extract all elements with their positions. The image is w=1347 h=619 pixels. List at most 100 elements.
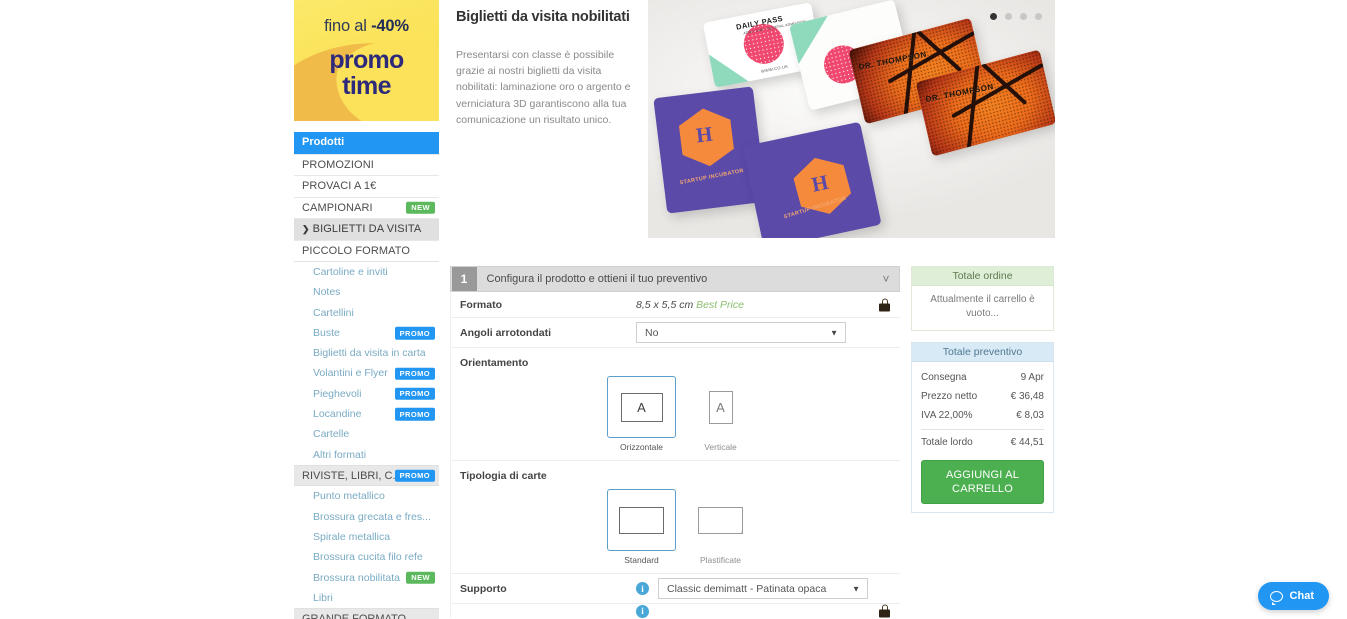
sidebar-books-list: Punto metallico Brossura grecata e fres.… [294,486,439,609]
choice-standard[interactable]: Standard [602,489,681,565]
badge-promo: PROMO [394,367,435,380]
hero-card-triangle-shape [708,48,749,88]
row-supporto: Supporto i Classic demimatt - Patinata o… [451,574,900,604]
lock-icon [879,298,890,311]
badge-promo: PROMO [394,407,435,421]
landscape-page-icon: A [620,392,663,422]
laminated-card-icon [698,506,743,534]
choice-verticale-tile: A [686,376,755,438]
chevron-down-icon: ▼ [852,584,860,593]
sidebar-subitem-brossura-nobilitata[interactable]: Brossura nobilitata NEW [294,567,439,588]
lock-body [879,303,890,311]
sidebar-item-prodotti-label: Prodotti [302,136,345,148]
sidebar-subitem-label: Cartoline e inviti [313,266,388,278]
select-angoli-arrotondati[interactable]: No ▼ [636,322,846,343]
sidebar-subitem-volantini-flyer[interactable]: Volantini e Flyer PROMO [294,363,439,384]
sidebar-item-biglietti-label: BIGLIETTI DA VISITA [312,223,422,235]
quote-row-consegna: Consegna 9 Apr [921,368,1044,387]
promo-banner-line1-prefix: fino al [324,17,372,35]
step-number-badge: 1 [451,267,477,291]
sidebar-item-promozioni[interactable]: PROMOZIONI [294,153,439,175]
quote-row-iva: IVA 22,00% € 8,03 [921,406,1044,425]
sidebar-item-campionari[interactable]: CAMPIONARI NEW [294,196,439,218]
sidebar-subitem-cartoline[interactable]: Cartoline e inviti [294,262,439,283]
sidebar-item-provaci-a-1-euro[interactable]: PROVACI A 1€ [294,175,439,197]
order-total-header: Totale ordine [912,267,1053,286]
promo-banner-discount: -40% [371,17,409,35]
portrait-page-icon: A [708,390,733,424]
configurator-header[interactable]: 1 Configura il prodotto e ottieni il tuo… [450,266,900,292]
add-to-cart-button[interactable]: AGGIUNGI AL CARRELLO [921,460,1044,504]
sidebar-subitem-buste[interactable]: Buste PROMO [294,322,439,344]
sidebar-subitem-cartelle[interactable]: Cartelle [294,424,439,445]
choice-verticale[interactable]: A Verticale [681,376,760,452]
info-icon[interactable]: i [636,604,649,618]
page-root: fino al -40% promo time Prodotti PROMOZI… [0,0,1347,619]
quote-row-value: 9 Apr [1020,372,1044,383]
sidebar-section-riviste-libri[interactable]: RIVISTE, LIBRI, C... PROMO [294,464,439,487]
sidebar-section-grande-formato-clipped[interactable]: GRANDE FORMATO [294,608,439,619]
sidebar-subitem-cartellini[interactable]: Cartellini [294,302,439,323]
sidebar-subitem-altri-formati[interactable]: Altri formati [294,444,439,465]
carousel-dot-3[interactable] [1020,13,1027,20]
summary-column: Totale ordine Attualmente il carrello è … [911,266,1054,513]
carousel-dots [990,13,1042,20]
sidebar-subitem-spirale-metallica[interactable]: Spirale metallica [294,527,439,548]
sidebar-top-nav: Prodotti PROMOZIONI PROVACI A 1€ CAMPION… [294,132,439,262]
quote-total-body: Consegna 9 Apr Prezzo netto € 36,48 IVA … [912,362,1053,512]
choice-verticale-label: Verticale [704,442,737,452]
sidebar-subitem-label: Punto metallico [313,490,385,503]
choice-orizzontale[interactable]: A Orizzontale [602,376,681,452]
sidebar-subitem-label: Libri [313,591,333,604]
carousel-dot-4[interactable] [1035,13,1042,20]
sidebar-subitem-locandine[interactable]: Locandine PROMO [294,404,439,425]
sidebar-subitem-punto-metallico[interactable]: Punto metallico [294,486,439,507]
choice-orizzontale-glyph: A [637,399,646,415]
block-tipologia-carte: Tipologia di carte Standard Plastificate [451,461,900,574]
quote-total-label: Totale lordo [921,437,973,448]
select-angoli-value: No [645,326,659,339]
quote-total-header: Totale preventivo [912,343,1053,362]
sidebar-subitem-label: Pieghevoli [313,387,362,400]
quote-row-label: Consegna [921,372,967,383]
sidebar-item-piccolo-formato-label: PICCOLO FORMATO [302,244,411,257]
label-angoli-arrotondati: Angoli arrotondati [460,326,551,339]
choice-orizzontale-label: Orizzontale [620,442,663,452]
info-icon[interactable]: i [636,582,649,595]
chevron-down-icon[interactable]: ˅ [873,272,899,286]
sidebar-subitem-brossura-grecata[interactable]: Brossura grecata e fres... [294,506,439,528]
select-supporto[interactable]: Classic demimatt - Patinata opaca ▼ [658,578,868,599]
block-orientamento: Orientamento A Orizzontale A Verticale [451,348,900,461]
sidebar-subitem-notes[interactable]: Notes [294,282,439,303]
sidebar-subitem-brossura-cucita[interactable]: Brossura cucita filo refe [294,547,439,568]
sidebar-subitem-pieghevoli[interactable]: Pieghevoli PROMO [294,383,439,405]
plain-card-icon [619,506,664,534]
quote-row-value: € 36,48 [1010,391,1044,402]
sidebar-subitem-libri[interactable]: Libri [294,587,439,609]
badge-best-price: Best Price [696,298,744,311]
sidebar: fino al -40% promo time Prodotti PROMOZI… [294,0,439,619]
choice-plastificate-tile [686,489,755,551]
label-tipologia-carte: Tipologia di carte [460,470,547,482]
sidebar-subitem-label: Brossura nobilitata [313,571,400,584]
quote-total-value: € 44,51 [1010,437,1044,448]
promo-banner[interactable]: fino al -40% promo time [294,0,439,121]
sidebar-item-prodotti[interactable]: Prodotti [294,132,439,154]
lock-icon [879,604,890,618]
label-supporto: Supporto [460,582,507,595]
carousel-dot-1[interactable] [990,13,997,20]
choice-plastificate[interactable]: Plastificate [681,489,760,565]
product-hero-image[interactable]: DAILY PASS ADMIT ONE · GENERAL ADMISSION… [648,0,1055,238]
sidebar-item-piccolo-formato[interactable]: PICCOLO FORMATO [294,239,439,261]
sidebar-subitem-label: Cartelle [313,428,350,441]
quote-row-prezzo-netto: Prezzo netto € 36,48 [921,387,1044,406]
sidebar-subitem-biglietti-in-carta[interactable]: Biglietti da visita in carta [294,343,439,364]
carousel-dot-2[interactable] [1005,13,1012,20]
chat-button[interactable]: Chat [1257,582,1329,610]
sidebar-subitem-label: Biglietti da visita in carta [313,347,426,360]
chat-bubble-icon [1269,590,1283,605]
choice-orizzontale-tile: A [607,376,676,438]
choice-standard-tile [607,489,676,551]
hero-card-monogram: H [694,121,714,148]
sidebar-item-biglietti-da-visita[interactable]: ❯ BIGLIETTI DA VISITA [294,218,439,240]
